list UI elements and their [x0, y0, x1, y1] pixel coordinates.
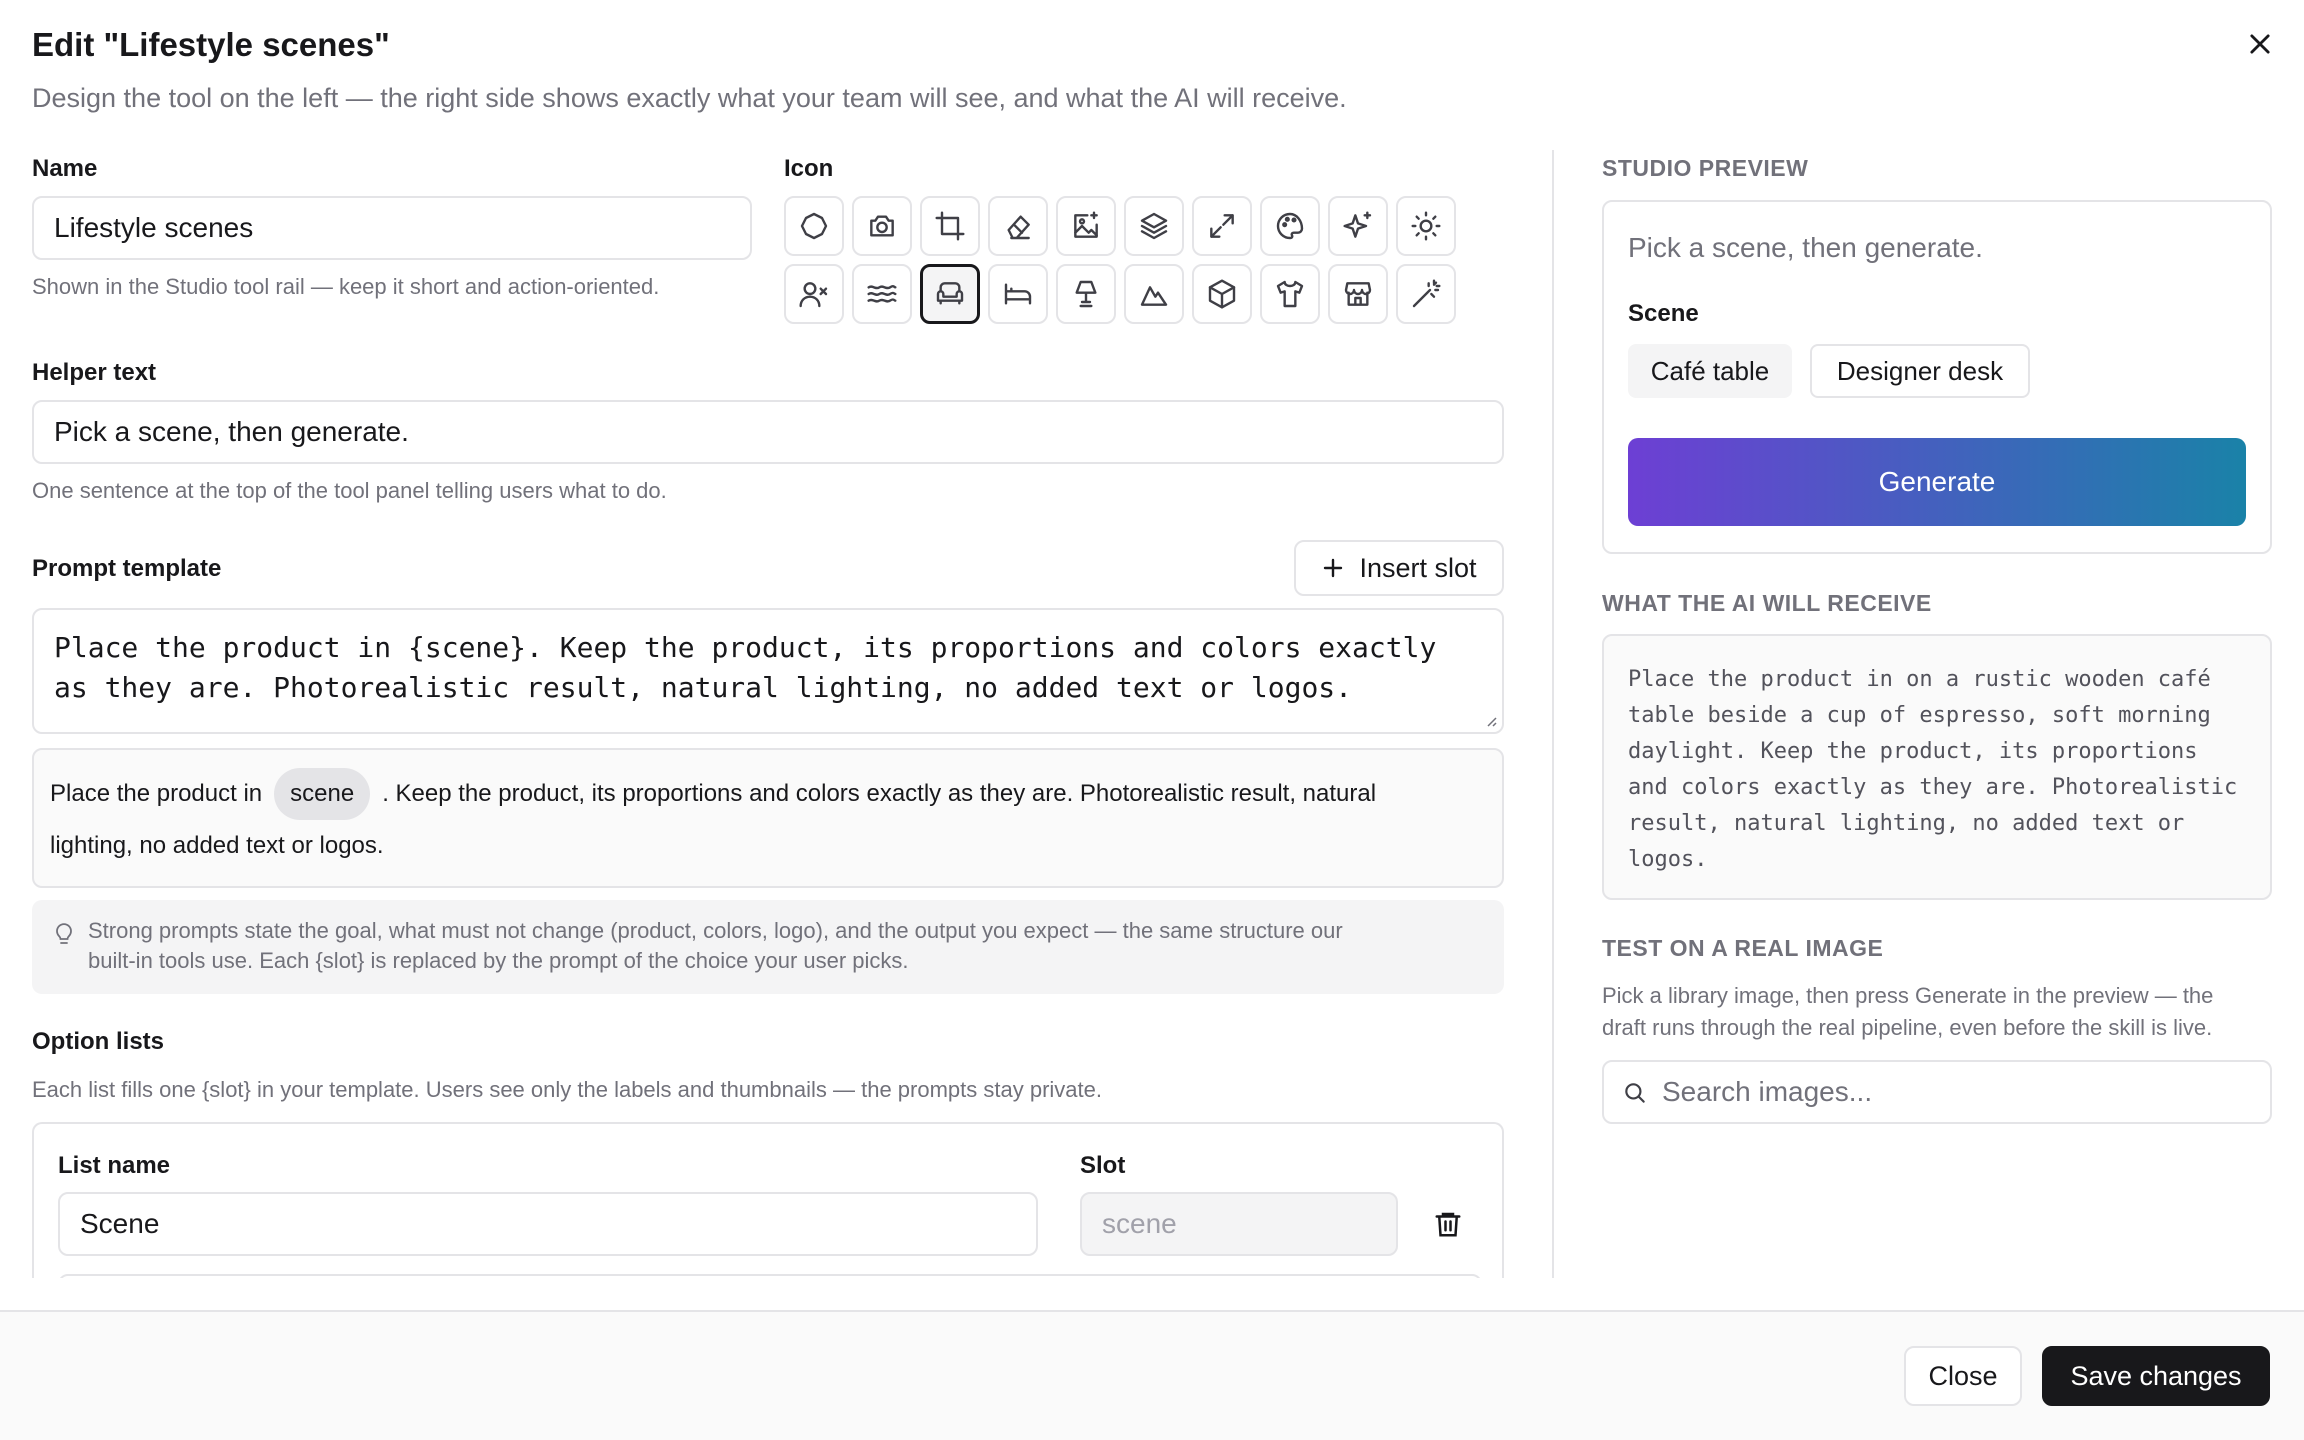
shirt-icon[interactable]	[1260, 264, 1320, 324]
list-name-input[interactable]: Scene	[58, 1192, 1038, 1256]
ai-receive-line: Place the product in on a rustic wooden …	[1628, 667, 2211, 692]
studio-preview-card: Pick a scene, then generate. Scene Café …	[1602, 200, 2272, 554]
resize-handle-icon[interactable]	[1482, 712, 1498, 728]
test-hint-line: draft runs through the real pipeline, ev…	[1602, 1015, 2213, 1040]
prompt-tip: Strong prompts state the goal, what must…	[32, 900, 1504, 994]
prompt-label: Prompt template	[32, 555, 222, 582]
name-hint: Shown in the Studio tool rail — keep it …	[32, 274, 660, 299]
helper-label: Helper text	[32, 359, 157, 386]
box-icon[interactable]	[1192, 264, 1252, 324]
slot-chip: scene	[274, 768, 371, 820]
user-x-icon[interactable]	[784, 264, 844, 324]
ai-receive-line: daylight. Keep the product, its proporti…	[1628, 739, 2198, 764]
prompt-preview-text: Place the product in	[50, 780, 263, 807]
ai-receive-line: logos.	[1628, 847, 1708, 872]
crop-icon[interactable]	[920, 196, 980, 256]
close-dialog-button[interactable]	[2240, 24, 2280, 64]
prompt-template-textarea[interactable]: Place the product in {scene}. Keep the p…	[32, 608, 1504, 734]
trash-icon	[1435, 1212, 1461, 1237]
test-hint-line: Pick a library image, then press Generat…	[1602, 983, 2214, 1008]
close-button[interactable]: Close	[1904, 1346, 2022, 1406]
ai-receive-line: and colors exactly as they are. Photorea…	[1628, 775, 2238, 800]
option-list-card: List name Slot Scene scene	[32, 1122, 1504, 1278]
lightbulb-icon	[56, 923, 72, 944]
ai-receive-line: table beside a cup of espresso, soft mor…	[1628, 703, 2211, 728]
name-input[interactable]: Lifestyle scenes	[32, 196, 752, 260]
tip-text: built-in tools use. Each {slot} is repla…	[88, 948, 909, 973]
palette-icon[interactable]	[1260, 196, 1320, 256]
search-icon	[1625, 1083, 1645, 1103]
test-heading: TEST ON A REAL IMAGE	[1602, 935, 1884, 961]
slot-label: Slot	[1080, 1152, 1126, 1179]
sofa-icon[interactable]	[920, 264, 980, 324]
option-lists-hint: Each list fills one {slot} in your templ…	[32, 1077, 1102, 1102]
plus-icon	[1324, 558, 1343, 578]
prompt-preview: Place the product in scene . Keep the pr…	[32, 748, 1504, 888]
scene-chip-desk[interactable]: Designer desk	[1810, 344, 2030, 398]
scene-chip-cafe[interactable]: Café table	[1628, 344, 1792, 398]
ai-receive-line: result, natural lighting, no added text …	[1628, 811, 2185, 836]
icon-label: Icon	[784, 155, 834, 182]
prompt-preview-text: lighting, no added text or logos.	[50, 832, 384, 859]
layers-icon[interactable]	[1124, 196, 1184, 256]
search-images-input[interactable]: Search images...	[1602, 1060, 2272, 1124]
generate-button[interactable]: Generate	[1628, 438, 2246, 526]
save-changes-button[interactable]: Save changes	[2042, 1346, 2270, 1406]
helper-input[interactable]: Pick a scene, then generate.	[32, 400, 1504, 464]
wand-icon[interactable]	[1396, 264, 1456, 324]
prompt-preview-text: . Keep the product, its proportions and …	[382, 780, 1377, 807]
icon-picker-grid	[784, 196, 1456, 324]
prompt-template-line: as they are. Photorealistic result, natu…	[54, 671, 1353, 704]
bed-icon[interactable]	[988, 264, 1048, 324]
next-option-row	[58, 1274, 1482, 1278]
prompt-template-line: Place the product in {scene}. Keep the p…	[54, 631, 1437, 664]
lamp-icon[interactable]	[1056, 264, 1116, 324]
sun-icon[interactable]	[1396, 196, 1456, 256]
helper-hint: One sentence at the top of the tool pane…	[32, 478, 667, 503]
dialog-title: Edit "Lifestyle scenes"	[32, 26, 390, 63]
preview-scene-label: Scene	[1628, 300, 1699, 327]
insert-slot-button[interactable]: Insert slot	[1294, 540, 1504, 596]
column-divider	[1552, 150, 1554, 1278]
search-placeholder: Search images...	[1662, 1076, 1873, 1107]
dialog-subtitle: Design the tool on the left — the right …	[32, 83, 1347, 113]
option-lists-label: Option lists	[32, 1028, 164, 1055]
store-icon[interactable]	[1328, 264, 1388, 324]
slot-input: scene	[1080, 1192, 1398, 1256]
waves-icon[interactable]	[852, 264, 912, 324]
mountain-icon[interactable]	[1124, 264, 1184, 324]
eraser-icon[interactable]	[988, 196, 1048, 256]
preview-helper-text: Pick a scene, then generate.	[1628, 232, 1983, 263]
test-hint: Pick a library image, then press Generat…	[1602, 980, 2213, 1044]
sparkles-icon[interactable]	[1328, 196, 1388, 256]
camera-icon[interactable]	[852, 196, 912, 256]
image-plus-icon[interactable]	[1056, 196, 1116, 256]
name-label: Name	[32, 155, 98, 182]
close-icon	[2250, 34, 2270, 54]
delete-list-button[interactable]	[1430, 1206, 1466, 1242]
list-name-label: List name	[58, 1152, 171, 1179]
circle-icon[interactable]	[784, 196, 844, 256]
studio-preview-heading: STUDIO PREVIEW	[1602, 155, 1809, 181]
tip-text: Strong prompts state the goal, what must…	[88, 918, 1343, 943]
expand-icon[interactable]	[1192, 196, 1252, 256]
insert-slot-label: Insert slot	[1359, 552, 1477, 583]
ai-receive-box: Place the product in on a rustic wooden …	[1602, 634, 2272, 900]
ai-receive-heading: WHAT THE AI WILL RECEIVE	[1602, 590, 1932, 616]
